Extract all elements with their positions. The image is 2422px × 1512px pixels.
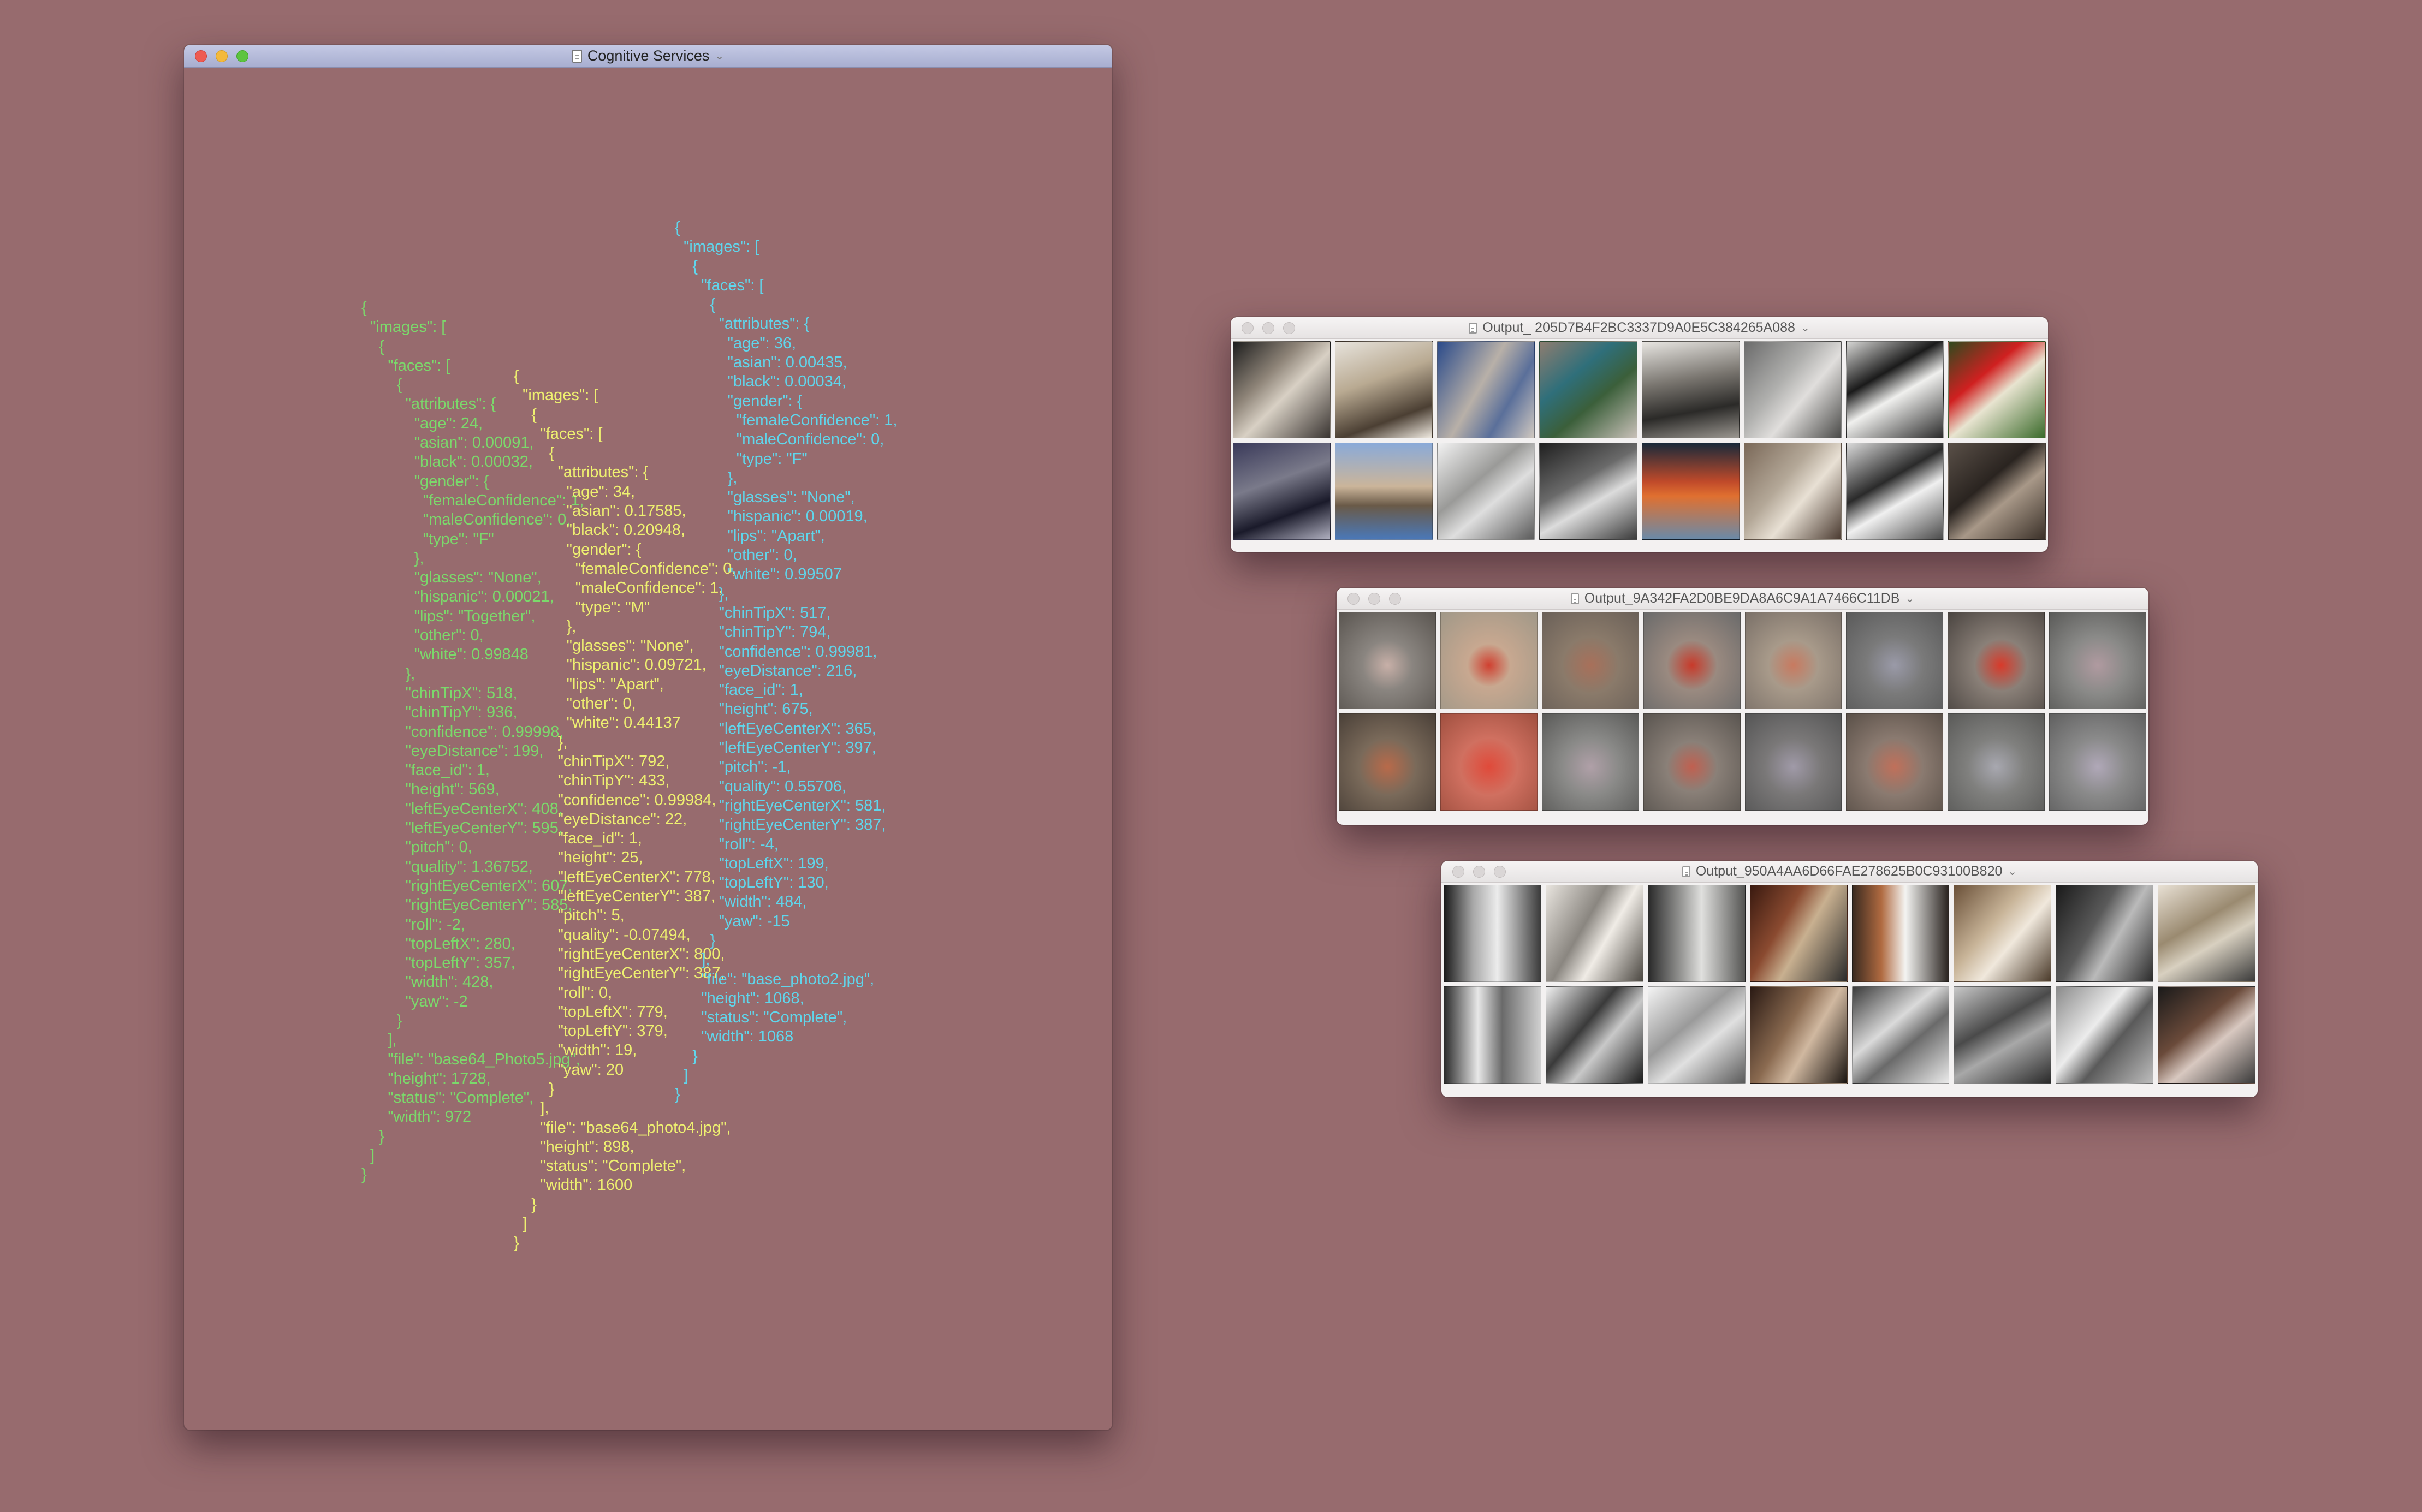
minimize-button[interactable] [1262,322,1274,334]
image-thumbnail[interactable] [2158,885,2255,982]
image-thumbnail[interactable] [1948,612,2045,709]
image-thumbnail[interactable] [2158,986,2255,1084]
image-thumbnail[interactable] [1233,341,1331,438]
image-thumbnail[interactable] [2049,713,2146,811]
cognitive-services-window: Cognitive Services ⌄ { "images": [ { "fa… [184,45,1112,1430]
chevron-down-icon[interactable]: ⌄ [1801,321,1810,335]
image-thumbnail[interactable] [1846,612,1944,709]
image-thumbnail[interactable] [1647,986,1746,1084]
image-thumbnail[interactable] [1643,612,1741,709]
thumbnail-grid [1339,612,2146,811]
zoom-button[interactable] [1494,865,1506,878]
image-thumbnail[interactable] [1641,341,1740,438]
image-thumbnail[interactable] [1545,986,1643,1084]
image-thumbnail[interactable] [1643,713,1741,811]
thumbnail-grid [1233,341,2046,540]
image-thumbnail[interactable] [1749,885,1848,982]
image-thumbnail[interactable] [1539,443,1637,540]
image-thumbnail[interactable] [1851,986,1950,1084]
close-button[interactable] [1347,592,1360,605]
image-thumbnail[interactable] [1233,443,1331,540]
chevron-down-icon[interactable]: ⌄ [1905,592,1914,605]
thumbnail-grid [1444,885,2255,1084]
image-thumbnail[interactable] [1948,443,2046,540]
output-window-3-title-group[interactable]: Output_950A4AA6D66FAE278625B0C93100B820 … [1682,864,2017,879]
image-thumbnail[interactable] [1339,612,1436,709]
zoom-button[interactable] [1389,592,1401,605]
image-thumbnail[interactable] [1948,341,2046,438]
window-controls [195,45,248,67]
json-output-cyan: { "images": [ { "faces": [ { "attributes… [675,219,898,1104]
image-thumbnail[interactable] [1539,341,1637,438]
output-window-2: Output_9A342FA2D0BE9DA8A6C9A1A7466C11DB … [1337,588,2148,825]
image-thumbnail[interactable] [1444,885,1541,982]
image-thumbnail[interactable] [1851,885,1950,982]
document-icon [1682,866,1690,877]
image-thumbnail[interactable] [1440,713,1538,811]
image-thumbnail[interactable] [2049,612,2146,709]
image-thumbnail[interactable] [1641,443,1740,540]
main-window-title: Cognitive Services [587,47,710,64]
zoom-button[interactable] [236,50,248,62]
image-thumbnail[interactable] [1948,713,2045,811]
output-window-3-title: Output_950A4AA6D66FAE278625B0C93100B820 [1695,864,2003,879]
image-thumbnail[interactable] [1541,612,1639,709]
image-thumbnail[interactable] [1437,443,1535,540]
output-window-3-titlebar[interactable]: Output_950A4AA6D66FAE278625B0C93100B820 … [1441,861,2258,883]
image-thumbnail[interactable] [1954,885,2052,982]
image-thumbnail[interactable] [1743,341,1842,438]
image-thumbnail[interactable] [1954,986,2052,1084]
image-thumbnail[interactable] [1744,612,1842,709]
output-window-2-title: Output_9A342FA2D0BE9DA8A6C9A1A7466C11DB [1584,591,1900,606]
image-thumbnail[interactable] [1545,885,1643,982]
document-icon [1469,322,1477,334]
output-window-1-title: Output_ 205D7B4F2BC3337D9A0E5C384265A088 [1482,320,1795,335]
document-icon [572,49,582,63]
close-button[interactable] [1242,322,1254,334]
document-icon [1570,593,1579,604]
window-controls [1452,861,1506,882]
image-thumbnail[interactable] [1743,443,1842,540]
chevron-down-icon[interactable]: ⌄ [715,49,724,63]
image-thumbnail[interactable] [1647,885,1746,982]
output-window-2-title-group[interactable]: Output_9A342FA2D0BE9DA8A6C9A1A7466C11DB … [1570,591,1914,606]
image-thumbnail[interactable] [1440,612,1538,709]
output-window-3: Output_950A4AA6D66FAE278625B0C93100B820 … [1441,861,2258,1097]
main-window-title-group[interactable]: Cognitive Services ⌄ [572,47,724,64]
close-button[interactable] [1452,865,1464,878]
window-controls [1347,588,1401,609]
image-thumbnail[interactable] [1749,986,1848,1084]
image-thumbnail[interactable] [1845,341,1944,438]
image-thumbnail[interactable] [2056,885,2154,982]
image-thumbnail[interactable] [1444,986,1541,1084]
output-window-1-titlebar[interactable]: Output_ 205D7B4F2BC3337D9A0E5C384265A088… [1231,317,2048,339]
minimize-button[interactable] [1368,592,1380,605]
image-thumbnail[interactable] [1845,443,1944,540]
minimize-button[interactable] [1473,865,1485,878]
image-thumbnail[interactable] [1437,341,1535,438]
minimize-button[interactable] [216,50,228,62]
close-button[interactable] [195,50,207,62]
zoom-button[interactable] [1283,322,1295,334]
image-thumbnail[interactable] [2056,986,2154,1084]
chevron-down-icon[interactable]: ⌄ [2008,865,2017,878]
image-thumbnail[interactable] [1335,341,1433,438]
image-thumbnail[interactable] [1744,713,1842,811]
main-window-titlebar[interactable]: Cognitive Services ⌄ [184,45,1112,68]
output-window-2-titlebar[interactable]: Output_9A342FA2D0BE9DA8A6C9A1A7466C11DB … [1337,588,2148,610]
output-window-1-title-group[interactable]: Output_ 205D7B4F2BC3337D9A0E5C384265A088… [1469,320,1810,336]
image-thumbnail[interactable] [1846,713,1944,811]
image-thumbnail[interactable] [1335,443,1433,540]
image-thumbnail[interactable] [1339,713,1436,811]
image-thumbnail[interactable] [1541,713,1639,811]
output-window-1: Output_ 205D7B4F2BC3337D9A0E5C384265A088… [1231,317,2048,552]
window-controls [1242,317,1295,338]
